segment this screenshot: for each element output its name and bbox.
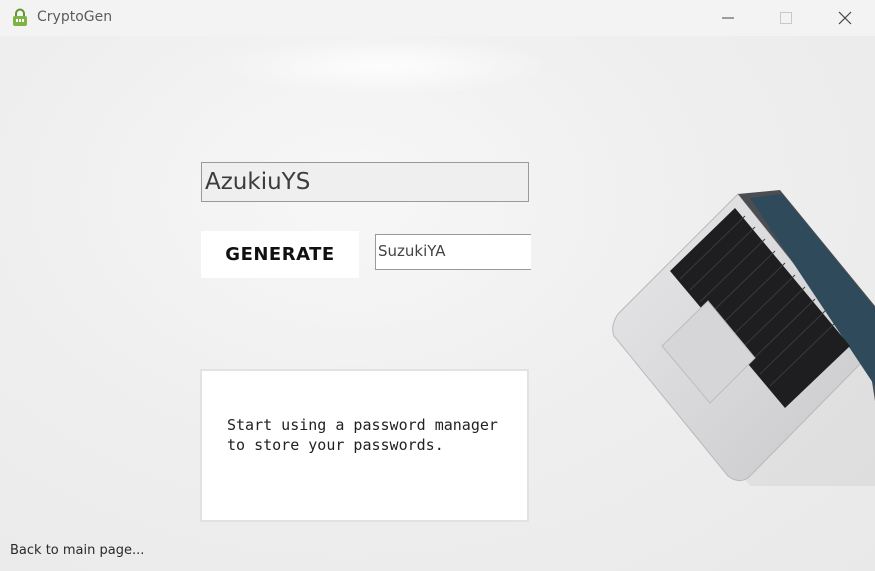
tip-text: Start using a password manager to store …: [227, 416, 498, 454]
minimize-icon: [722, 17, 734, 19]
main-content: AzukiuYS GENERATE SuzukiYA Start using a…: [0, 36, 875, 571]
laptop-illustration: [612, 190, 875, 486]
app-window: CryptoGen AzukiuYS GENERATE SuzukiYA Sta: [0, 0, 875, 571]
generate-button-label: GENERATE: [225, 244, 335, 265]
generate-button[interactable]: GENERATE: [201, 231, 359, 278]
maximize-icon: [780, 12, 792, 24]
minimize-button[interactable]: [699, 0, 757, 36]
window-title: CryptoGen: [37, 9, 113, 25]
close-button[interactable]: [816, 0, 874, 36]
generated-password-field[interactable]: AzukiuYS: [201, 162, 529, 202]
tip-panel: Start using a password manager to store …: [200, 369, 529, 522]
background-glare: [220, 36, 550, 96]
back-to-main-link[interactable]: Back to main page...: [10, 543, 144, 558]
close-icon: [838, 11, 852, 25]
title-bar[interactable]: CryptoGen: [0, 0, 875, 36]
lock-icon: [13, 8, 27, 26]
seed-input[interactable]: SuzukiYA: [375, 234, 531, 270]
maximize-button[interactable]: [757, 0, 815, 36]
